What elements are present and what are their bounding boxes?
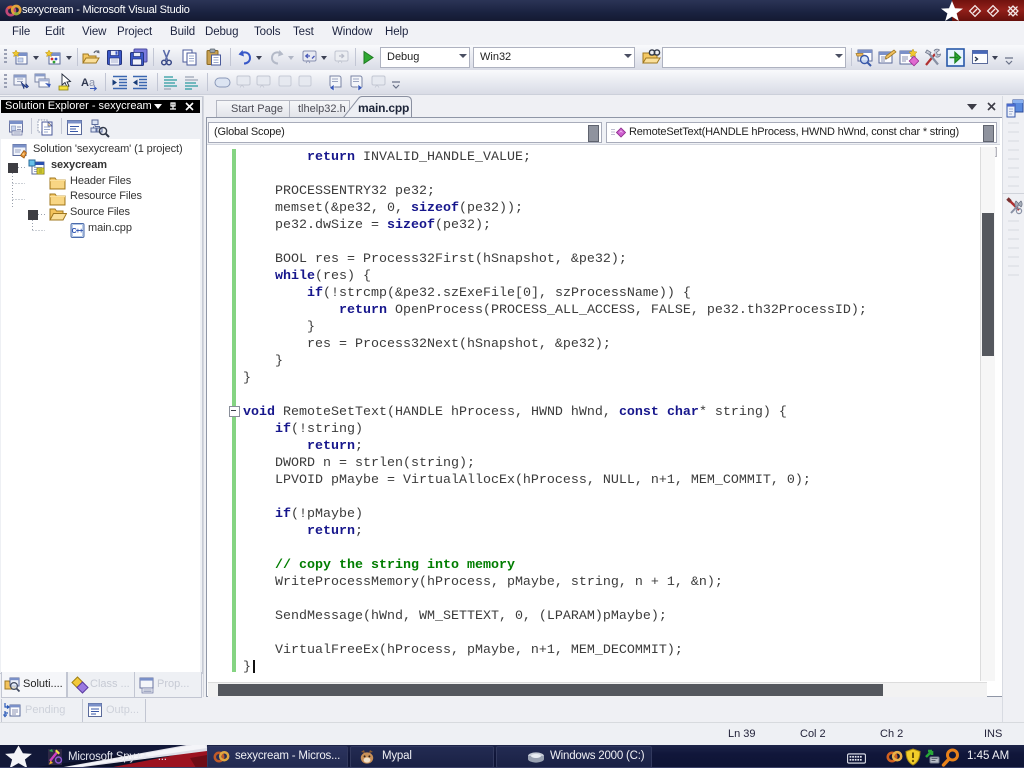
svg-text:A: A	[81, 77, 89, 89]
svg-text:Microsoft Spy++ - ...: Microsoft Spy++ - ...	[68, 751, 167, 763]
svg-text:C++: C++	[72, 228, 84, 235]
